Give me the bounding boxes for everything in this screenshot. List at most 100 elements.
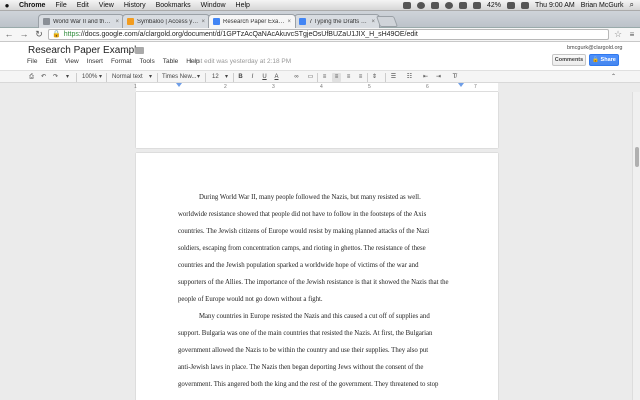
folder-icon[interactable]	[135, 47, 144, 54]
text-line: supporters of the Allies. The importance…	[178, 279, 449, 286]
menu-history[interactable]: History	[119, 2, 151, 9]
close-tab-icon[interactable]: ×	[201, 19, 205, 25]
ruler-number: 2	[224, 84, 227, 90]
scrollbar-thumb[interactable]	[635, 147, 639, 167]
apple-menu-icon[interactable]: ●	[0, 1, 14, 10]
toolbar-divider	[233, 73, 234, 82]
chevron-down-icon[interactable]: ▾	[146, 73, 155, 82]
menu-file[interactable]: File	[50, 2, 71, 9]
account-email[interactable]: bmcgurk@clargold.org	[567, 45, 622, 51]
ruler-number: 5	[368, 84, 371, 90]
menu-view[interactable]: View	[94, 2, 119, 9]
battery-icon[interactable]	[507, 1, 516, 9]
align-center-icon[interactable]: ≡	[332, 73, 341, 82]
time-machine-icon[interactable]	[431, 1, 439, 9]
menu-window[interactable]: Window	[196, 2, 231, 9]
docs-menu-edit[interactable]: Edit	[45, 58, 56, 65]
page-current[interactable]: During World War II, many people followe…	[136, 153, 498, 400]
tab-typing-drafts[interactable]: 7 Typing the Drafts - Goo ×	[294, 14, 380, 28]
redo-icon[interactable]: ↷	[51, 73, 60, 82]
menu-edit[interactable]: Edit	[72, 2, 94, 9]
numbered-list-icon[interactable]: ☰	[389, 73, 398, 82]
paragraph-style-select[interactable]: Normal text	[112, 73, 143, 82]
close-tab-icon[interactable]: ×	[287, 19, 291, 25]
flag-icon[interactable]	[521, 1, 530, 9]
chevron-down-icon[interactable]: ▾	[194, 73, 203, 82]
docs-menu-table[interactable]: Table	[163, 58, 179, 65]
comments-button[interactable]: Comments	[552, 54, 586, 66]
tab-symbaloo[interactable]: Symbaloo | Access your b ×	[122, 14, 210, 28]
reload-icon[interactable]: ↻	[33, 29, 45, 40]
page-favicon-icon	[43, 18, 50, 25]
volume-icon[interactable]	[473, 1, 481, 9]
font-size-select[interactable]: 12	[212, 73, 219, 82]
formatting-toolbar: ⎙ ↶ ↷ ▾ 100% ▾ Normal text ▾ Times New..…	[0, 70, 640, 83]
chevron-down-icon[interactable]: ▾	[96, 73, 105, 82]
spotlight-icon[interactable]: ⌕	[630, 0, 634, 10]
docs-menu-file[interactable]: File	[27, 58, 37, 65]
text-color-icon[interactable]: A	[272, 73, 281, 82]
tab-title: Symbaloo | Access your b	[137, 18, 198, 25]
docs-menu-tools[interactable]: Tools	[140, 58, 155, 65]
print-icon[interactable]: ⎙	[27, 73, 36, 82]
bluetooth-icon[interactable]	[445, 1, 453, 9]
docs-menu-view[interactable]: View	[65, 58, 79, 65]
ruler[interactable]: 1 2 3 4 5 6 7	[134, 83, 498, 92]
star-icon[interactable]: ☆	[123, 45, 131, 56]
clock[interactable]: Thu 9:00 AM	[535, 2, 575, 9]
wifi-icon[interactable]	[459, 1, 467, 9]
toolbar-divider	[367, 73, 368, 82]
bold-icon[interactable]: B	[236, 73, 245, 82]
bulleted-list-icon[interactable]: ☷	[405, 73, 414, 82]
text-line: anti-Jewish laws in place. The Nazis the…	[178, 364, 424, 371]
menu-help[interactable]: Help	[231, 2, 255, 9]
increase-indent-icon[interactable]: ⇥	[434, 73, 443, 82]
forward-arrow-icon[interactable]: →	[18, 29, 30, 40]
page-previous[interactable]	[136, 92, 498, 148]
chrome-menu-icon[interactable]: ≡	[627, 30, 637, 39]
document-canvas[interactable]: During World War II, many people followe…	[0, 92, 632, 400]
text-line: Many countries in Europe resisted the Na…	[199, 313, 430, 320]
tab-world-war[interactable]: World War II and the Holoc ×	[38, 14, 124, 28]
underline-icon[interactable]: U	[260, 73, 269, 82]
symbaloo-favicon-icon	[127, 18, 134, 25]
docs-menubar: File Edit View Insert Format Tools Table…	[27, 58, 208, 65]
tab-strip: World War II and the Holoc × Symbaloo | …	[0, 11, 640, 28]
paint-format-icon[interactable]: ▾	[63, 73, 72, 82]
ruler-number: 7	[474, 84, 477, 90]
user-name[interactable]: Brian McGurk	[581, 2, 624, 9]
last-edit-status[interactable]: Last edit was yesterday at 2:18 PM	[190, 58, 291, 65]
document-body[interactable]: During World War II, many people followe…	[178, 189, 468, 393]
address-bar[interactable]: 🔒 https://docs.google.com/a/clargold.org…	[48, 29, 609, 40]
font-select[interactable]: Times New...	[162, 73, 196, 82]
menu-bookmarks[interactable]: Bookmarks	[151, 2, 196, 9]
comment-icon[interactable]: ▭	[306, 73, 315, 82]
share-button[interactable]: 🔒 Share	[589, 54, 619, 66]
close-tab-icon[interactable]: ×	[115, 19, 119, 25]
bookmark-star-icon[interactable]: ☆	[612, 29, 624, 40]
back-arrow-icon[interactable]: ←	[3, 29, 15, 40]
new-tab-button[interactable]	[375, 16, 399, 27]
italic-icon[interactable]: I	[248, 73, 257, 82]
link-icon[interactable]: ∞	[292, 73, 301, 82]
undo-icon[interactable]: ↶	[39, 73, 48, 82]
sync-icon[interactable]	[417, 1, 425, 9]
docs-menu-insert[interactable]: Insert	[87, 58, 103, 65]
align-right-icon[interactable]: ≡	[344, 73, 353, 82]
vertical-scrollbar[interactable]	[632, 92, 640, 400]
tab-research-paper[interactable]: Research Paper Example ×	[208, 14, 296, 28]
chevron-down-icon[interactable]: ▾	[222, 73, 231, 82]
indent-marker-icon[interactable]	[176, 83, 182, 87]
menu-chrome[interactable]: Chrome	[14, 2, 50, 9]
decrease-indent-icon[interactable]: ⇤	[421, 73, 430, 82]
line-spacing-icon[interactable]: ⇕	[370, 73, 379, 82]
docs-menu-format[interactable]: Format	[111, 58, 132, 65]
right-margin-marker-icon[interactable]	[458, 83, 464, 87]
collapse-menus-icon[interactable]: ⌃	[609, 73, 618, 82]
align-left-icon[interactable]: ≡	[320, 73, 329, 82]
battery-percent[interactable]: 42%	[487, 2, 501, 9]
clear-formatting-icon[interactable]: T̸	[450, 73, 459, 82]
dropbox-icon[interactable]	[403, 1, 411, 9]
justify-icon[interactable]: ≡	[356, 73, 365, 82]
close-tab-icon[interactable]: ×	[371, 19, 375, 25]
